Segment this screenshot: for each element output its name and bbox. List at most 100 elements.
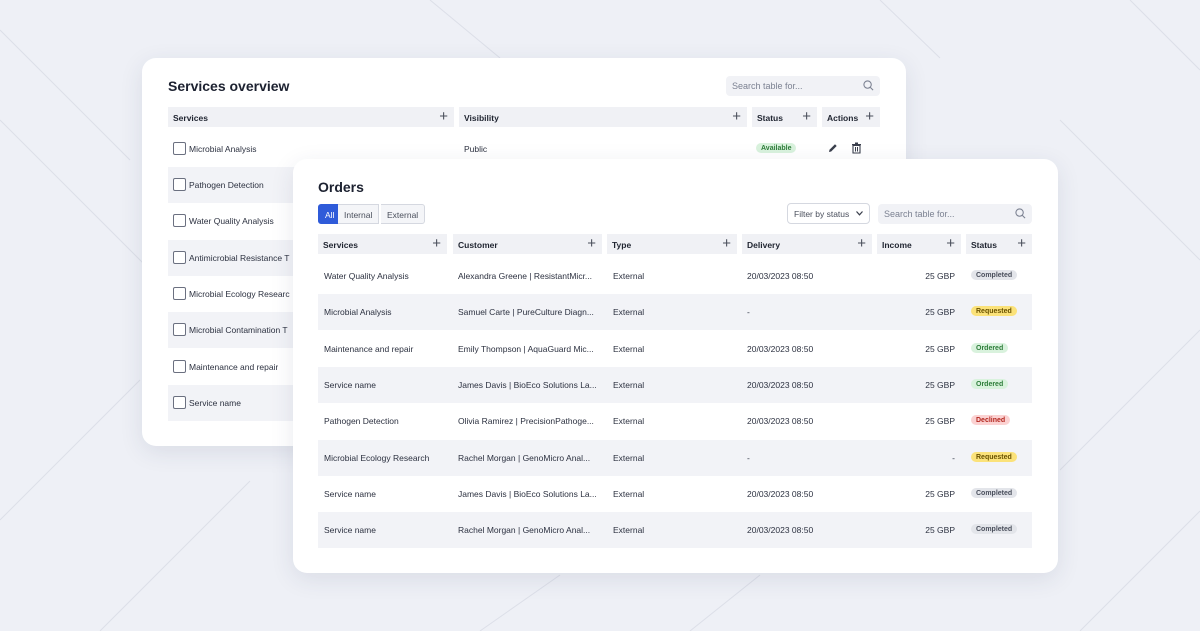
pencil-icon[interactable] [828, 143, 838, 153]
row-checkbox[interactable] [173, 396, 186, 409]
search-icon [863, 80, 874, 91]
service-name: Microbial Contamination T [189, 325, 288, 335]
order-service: Service name [324, 525, 376, 535]
column-label: Type [612, 240, 632, 250]
column-label: Customer [458, 240, 498, 250]
order-customer: James Davis | BioEco Solutions La... [458, 489, 597, 499]
service-name: Service name [189, 398, 241, 408]
order-service: Microbial Ecology Research [324, 453, 430, 463]
order-type: External [613, 271, 645, 281]
services-col-header-visibility[interactable]: Visibility + [459, 107, 747, 127]
order-delivery: - [747, 453, 750, 463]
services-col-header-actions[interactable]: Actions + [822, 107, 880, 127]
chevron-down-icon [856, 211, 863, 216]
status-badge: Ordered [971, 379, 1009, 389]
services-search-placeholder: Search table for... [732, 81, 803, 91]
row-checkbox[interactable] [173, 287, 186, 300]
order-income: - [952, 453, 955, 463]
order-income: 25 GBP [925, 416, 955, 426]
service-name: Microbial Analysis [189, 144, 257, 154]
orders-col-header-status[interactable]: Status + [966, 234, 1032, 254]
order-customer: James Davis | BioEco Solutions La... [458, 380, 597, 390]
order-customer: Rachel Morgan | GenoMicro Anal... [458, 453, 591, 463]
order-delivery: 20/03/2023 08:50 [747, 525, 814, 535]
order-service: Maintenance and repair [324, 344, 414, 354]
row-checkbox[interactable] [173, 323, 186, 336]
plus-icon[interactable]: + [439, 109, 448, 124]
service-name: Antimicrobial Resistance T [189, 253, 290, 263]
service-name: Pathogen Detection [189, 180, 264, 190]
services-search-input[interactable]: Search table for... [726, 76, 880, 96]
order-type: External [613, 380, 645, 390]
order-delivery: 20/03/2023 08:50 [747, 271, 814, 281]
order-delivery: 20/03/2023 08:50 [747, 416, 814, 426]
filter-label: Filter by status [794, 209, 850, 219]
plus-icon[interactable]: + [946, 236, 955, 251]
plus-icon[interactable]: + [432, 236, 441, 251]
plus-icon[interactable]: + [865, 109, 874, 124]
plus-icon[interactable]: + [1017, 236, 1026, 251]
plus-icon[interactable]: + [857, 236, 866, 251]
order-type: External [613, 525, 645, 535]
order-income: 25 GBP [925, 525, 955, 535]
orders-search-input[interactable]: Search table for... [878, 204, 1032, 224]
row-checkbox[interactable] [173, 360, 186, 373]
order-delivery: 20/03/2023 08:50 [747, 344, 814, 354]
services-col-header-services[interactable]: Services + [168, 107, 454, 127]
order-type: External [613, 453, 645, 463]
order-type: External [613, 307, 645, 317]
filter-by-status-dropdown[interactable]: Filter by status [787, 203, 870, 224]
service-name: Water Quality Analysis [189, 216, 274, 226]
column-label: Income [882, 240, 912, 250]
order-income: 25 GBP [925, 307, 955, 317]
tab-external[interactable]: External [381, 204, 426, 224]
plus-icon[interactable]: + [587, 236, 596, 251]
orders-col-header-income[interactable]: Income + [877, 234, 961, 254]
search-icon [1015, 208, 1026, 219]
status-badge: Declined [971, 415, 1011, 425]
status-badge: Ordered [971, 343, 1009, 353]
row-checkbox[interactable] [173, 214, 186, 227]
order-type: External [613, 416, 645, 426]
order-service: Service name [324, 380, 376, 390]
column-label: Visibility [464, 113, 499, 123]
order-customer: Rachel Morgan | GenoMicro Anal... [458, 525, 591, 535]
row-checkbox[interactable] [173, 251, 186, 264]
orders-search-placeholder: Search table for... [884, 209, 955, 219]
plus-icon[interactable]: + [732, 109, 741, 124]
status-badge: Requested [971, 452, 1017, 462]
order-income: 25 GBP [925, 380, 955, 390]
column-label: Services [323, 240, 358, 250]
orders-col-header-services[interactable]: Services + [318, 234, 447, 254]
orders-title: Orders [318, 179, 364, 195]
orders-col-header-type[interactable]: Type + [607, 234, 737, 254]
status-badge: Completed [971, 524, 1018, 534]
status-badge: Completed [971, 270, 1018, 280]
order-service: Pathogen Detection [324, 416, 399, 426]
tab-internal[interactable]: Internal [338, 204, 380, 224]
orders-col-header-delivery[interactable]: Delivery + [742, 234, 872, 254]
order-customer: Alexandra Greene | ResistantMicr... [458, 271, 593, 281]
column-label: Delivery [747, 240, 781, 250]
status-badge: Requested [971, 306, 1017, 316]
order-type: External [613, 489, 645, 499]
status-badge: Available [756, 143, 797, 153]
order-service: Service name [324, 489, 376, 499]
service-name: Microbial Ecology Researc [189, 289, 290, 299]
plus-icon[interactable]: + [722, 236, 731, 251]
order-income: 25 GBP [925, 489, 955, 499]
services-overview-title: Services overview [168, 78, 290, 94]
column-label: Status [971, 240, 997, 250]
order-delivery: - [747, 307, 750, 317]
status-badge: Completed [971, 488, 1018, 498]
order-delivery: 20/03/2023 08:50 [747, 489, 814, 499]
service-name: Maintenance and repair [189, 362, 279, 372]
plus-icon[interactable]: + [802, 109, 811, 124]
orders-col-header-customer[interactable]: Customer + [453, 234, 602, 254]
order-delivery: 20/03/2023 08:50 [747, 380, 814, 390]
order-customer: Samuel Carte | PureCulture Diagn... [458, 307, 594, 317]
row-checkbox[interactable] [173, 142, 186, 155]
row-checkbox[interactable] [173, 178, 186, 191]
services-col-header-status[interactable]: Status + [752, 107, 817, 127]
trash-icon[interactable] [851, 142, 862, 154]
